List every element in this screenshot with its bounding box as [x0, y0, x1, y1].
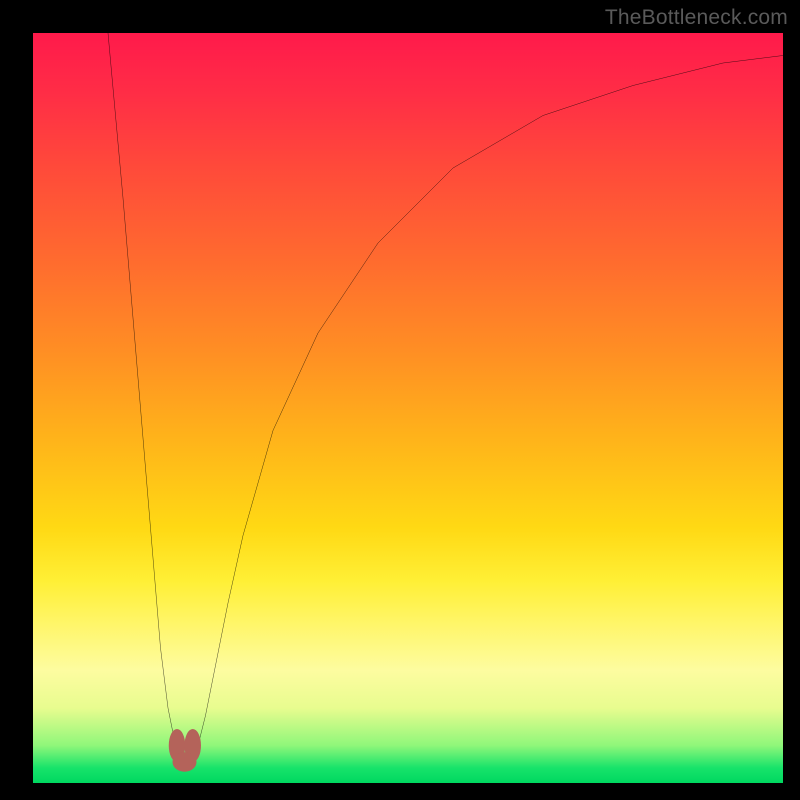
curve-path — [108, 33, 783, 761]
chart-frame: TheBottleneck.com — [0, 0, 800, 800]
watermark-text: TheBottleneck.com — [605, 6, 788, 30]
balance-marker — [169, 729, 201, 772]
plot-area — [33, 33, 783, 783]
bottleneck-curve — [33, 33, 783, 783]
